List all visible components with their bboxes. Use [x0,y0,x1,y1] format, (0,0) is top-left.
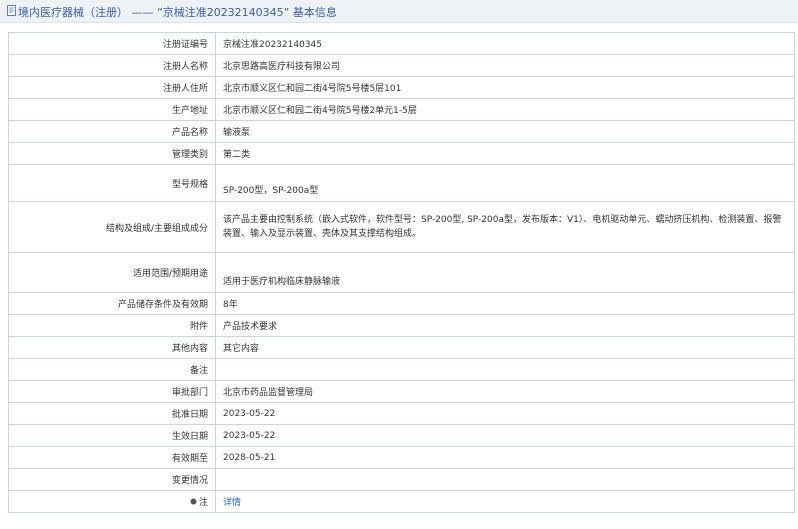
table-row: 型号规格 SP-200型，SP-200a型 [8,164,795,202]
table-row: 注册人名称 北京思路高医疗科技有限公司 [8,54,795,77]
field-label: 注册人住所 [8,76,216,99]
field-label: 备注 [8,358,216,381]
field-label: 变更情况 [8,468,216,491]
field-label: 注册人名称 [8,54,216,77]
table-row: 结构及组成/主要组成成分 该产品主要由控制系统（嵌入式软件，软件型号：SP-20… [8,201,795,253]
field-label: 生效日期 [8,424,216,447]
field-label: 结构及组成/主要组成成分 [8,201,216,253]
table-row: 产品储存条件及有效期 8年 [8,292,795,315]
table-row: 注册证编号 京械注准20232140345 [8,32,795,55]
table-row: 审批部门 北京市药品监督管理局 [8,380,795,403]
field-label: 批准日期 [8,402,216,425]
table-row: 备注 [8,358,795,381]
field-value: 京械注准20232140345 [215,32,795,55]
table-row: 适用范围/预期用途 适用于医疗机构临床静脉输液 [8,252,795,293]
field-label: 有效期至 [8,446,216,469]
field-value: 8年 [215,292,795,315]
note-value-cell: 详情 [215,490,795,513]
field-label: 产品名称 [8,120,216,143]
field-value: SP-200型，SP-200a型 [215,164,795,202]
field-value: 适用于医疗机构临床静脉输液 [215,252,795,293]
note-label: 注 [190,495,208,508]
page-header: 境内医疗器械（注册） —— “京械注准20232140345” 基本信息 [0,0,798,23]
table-row: 生效日期 2023-05-22 [8,424,795,447]
table-row: 注册人住所 北京市顺义区仁和园二街4号院5号楼5层101 [8,76,795,99]
field-value: 北京市药品监督管理局 [215,380,795,403]
table-row: 产品名称 输液泵 [8,120,795,143]
table-row: 生产地址 北京市顺义区仁和园二街4号院5号楼2单元1-5层 [8,98,795,121]
field-value: 其它内容 [215,336,795,359]
table-row: 其他内容 其它内容 [8,336,795,359]
field-value [215,358,795,381]
field-value: 北京思路高医疗科技有限公司 [215,54,795,77]
info-dot-icon [190,498,197,505]
table-row: 管理类别 第二类 [8,142,795,165]
page-title: 境内医疗器械（注册） —— “京械注准20232140345” 基本信息 [18,6,337,19]
field-label: 生产地址 [8,98,216,121]
field-label: 产品储存条件及有效期 [8,292,216,315]
field-value: 北京市顺义区仁和园二街4号院5号楼2单元1-5层 [215,98,795,121]
table-row: 批准日期 2023-05-22 [8,402,795,425]
field-value [215,468,795,491]
field-value: 输液泵 [215,120,795,143]
field-value: 该产品主要由控制系统（嵌入式软件，软件型号：SP-200型, SP-200a型，… [215,201,795,253]
field-label: 适用范围/预期用途 [8,252,216,293]
field-label: 管理类别 [8,142,216,165]
field-label: 注册证编号 [8,32,216,55]
note-label-text: 注 [198,498,208,508]
table-row: 变更情况 [8,468,795,491]
field-label: 审批部门 [8,380,216,403]
document-icon [7,5,16,16]
field-value: 2023-05-22 [215,402,795,425]
table-row: 附件 产品技术要求 [8,314,795,337]
table-row: 有效期至 2028-05-21 [8,446,795,469]
registration-info-table: 注册证编号 京械注准20232140345 注册人名称 北京思路高医疗科技有限公… [8,32,795,513]
field-value: 第二类 [215,142,795,165]
field-value: 产品技术要求 [215,314,795,337]
field-label: 型号规格 [8,164,216,202]
field-value: 北京市顺义区仁和园二街4号院5号楼5层101 [215,76,795,99]
table-row: 注 详情 [8,490,795,513]
field-value: 2028-05-21 [215,446,795,469]
note-label-cell: 注 [8,490,216,513]
field-label: 附件 [8,314,216,337]
field-label: 其他内容 [8,336,216,359]
field-value: 2023-05-22 [215,424,795,447]
details-link[interactable]: 详情 [223,498,241,508]
